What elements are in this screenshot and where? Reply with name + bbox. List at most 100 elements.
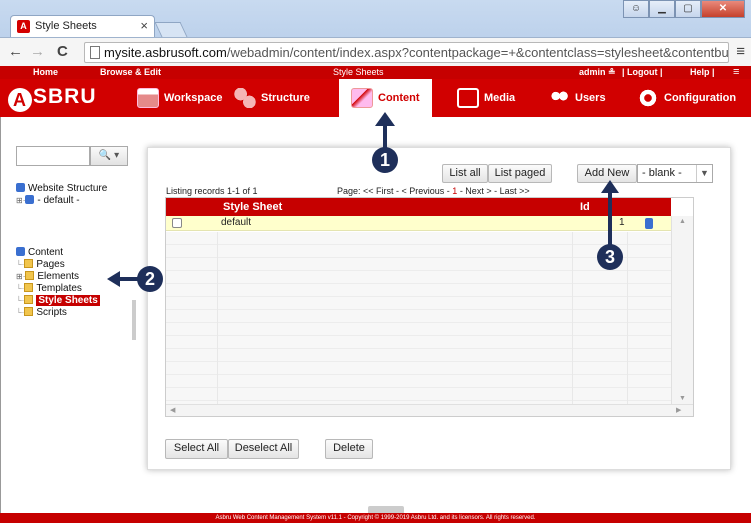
close-window-icon[interactable]: ✕: [701, 0, 745, 18]
delete-button[interactable]: Delete: [325, 439, 373, 459]
tree-style-sheets-label: Style Sheets: [36, 295, 100, 306]
pager[interactable]: Page: << First - < Previous - 1 - Next >…: [337, 186, 530, 196]
column-style-sheet[interactable]: Style Sheet: [223, 201, 282, 213]
table-row[interactable]: default 1: [166, 216, 671, 231]
media-icon: [457, 88, 479, 108]
user-window-icon[interactable]: ☺: [623, 0, 649, 18]
new-tab-button[interactable]: [154, 22, 188, 37]
callout-1: 1: [372, 147, 398, 173]
nav-workspace[interactable]: Workspace: [137, 79, 223, 117]
forward-arrow-icon[interactable]: →: [30, 43, 45, 60]
tree-elements[interactable]: ⊞· Elements: [16, 271, 79, 283]
globe-icon: [25, 195, 35, 204]
tree-scripts-label: Scripts: [36, 307, 67, 318]
browser-menu-icon[interactable]: ≡: [736, 43, 745, 60]
scroll-left-icon[interactable]: ◀: [170, 406, 175, 414]
scroll-up-icon[interactable]: ▲: [672, 218, 693, 225]
current-page-label: Style Sheets: [333, 67, 384, 77]
content-icon: [351, 88, 373, 108]
help-link[interactable]: Help |: [690, 67, 715, 77]
sidebar-resize-handle[interactable]: [132, 300, 136, 340]
tree-default-label: - default -: [37, 195, 80, 206]
home-link[interactable]: Home: [33, 67, 58, 77]
grid-header: Style Sheet Id: [166, 198, 671, 216]
nav-media[interactable]: Media: [457, 79, 515, 117]
select-all-button[interactable]: Select All: [165, 439, 228, 459]
minimize-window-icon[interactable]: ▁: [649, 0, 675, 18]
folder-icon: [24, 259, 34, 268]
maximize-window-icon[interactable]: ▢: [675, 0, 701, 18]
browser-tab[interactable]: A Style Sheets ×: [10, 15, 155, 37]
tree-style-sheets[interactable]: └· Style Sheets: [16, 295, 100, 307]
reload-icon[interactable]: C: [57, 43, 68, 60]
tab-title: Style Sheets: [35, 20, 97, 32]
expand-plus-icon[interactable]: ⊞·: [16, 196, 25, 205]
top-strip: Home Browse & Edit Style Sheets admin ≗ …: [0, 66, 751, 79]
footer: Asbru Web Content Management System v11.…: [0, 513, 751, 523]
hamburger-menu-icon[interactable]: ≡: [733, 66, 739, 78]
nav-configuration[interactable]: Configuration: [637, 79, 736, 117]
address-bar-row: ← → C mysite.asbrusoft.com/webadmin/cont…: [0, 37, 751, 66]
folder-icon: [25, 271, 35, 280]
asbru-logo[interactable]: A SBRU: [8, 85, 97, 112]
grid-vertical-scrollbar[interactable]: ▲ ▼: [671, 216, 693, 405]
grid-horizontal-scrollbar[interactable]: ◀ ▶: [166, 404, 693, 416]
asbru-favicon-icon: A: [17, 20, 30, 33]
tab-close-icon[interactable]: ×: [140, 18, 148, 33]
tree-default[interactable]: ⊞· - default -: [16, 195, 80, 207]
url-host: mysite.asbrusoft.com: [104, 45, 227, 60]
pager-suffix[interactable]: - Next > - Last >>: [457, 186, 530, 196]
tree-pages[interactable]: └· Pages: [16, 259, 65, 271]
tree-connector: └·: [16, 284, 25, 293]
folder-icon: [24, 307, 34, 316]
logo-text: SBRU: [33, 85, 97, 108]
scroll-right-icon[interactable]: ▶: [676, 406, 681, 414]
tree-website-structure-label: Website Structure: [28, 183, 108, 194]
cell-style-sheet: default: [221, 217, 252, 228]
list-paged-button[interactable]: List paged: [488, 164, 552, 183]
user-menu[interactable]: admin ≗: [579, 67, 616, 78]
globe-icon: [16, 247, 25, 256]
callout-2: 2: [137, 266, 163, 292]
nav-users-label: Users: [575, 92, 606, 104]
asbru-logo-mark: A: [8, 88, 32, 112]
nav-workspace-label: Workspace: [164, 92, 223, 104]
back-arrow-icon[interactable]: ←: [8, 43, 23, 60]
window-controls: ☺ ▁ ▢ ✕: [623, 0, 745, 20]
row-checkbox[interactable]: [172, 218, 182, 228]
tree-elements-label: Elements: [37, 271, 80, 282]
tree-connector: └·: [16, 296, 25, 305]
tree-templates-label: Templates: [36, 283, 82, 294]
column-id[interactable]: Id: [580, 201, 590, 213]
expand-plus-icon[interactable]: ⊞·: [16, 272, 25, 281]
chevron-down-icon: ▼: [696, 165, 712, 182]
deselect-all-button[interactable]: Deselect All: [228, 439, 299, 459]
logout-link[interactable]: | Logout |: [622, 67, 663, 77]
tree-content-label: Content: [28, 247, 64, 258]
callout-3: 3: [597, 244, 623, 270]
list-all-button[interactable]: List all: [442, 164, 488, 183]
scroll-down-icon[interactable]: ▼: [672, 395, 693, 402]
footer-toggle[interactable]: [368, 506, 404, 513]
browse-edit-link[interactable]: Browse & Edit: [100, 67, 161, 77]
tree-search-input[interactable]: [16, 146, 90, 166]
pager-prefix[interactable]: Page: << First - < Previous -: [337, 186, 452, 196]
search-button[interactable]: 🔍 ▾: [90, 146, 128, 166]
url-path: /webadmin/content/index.aspx?contentpack…: [226, 45, 729, 60]
globe-icon: [16, 183, 25, 192]
tree-connector: └·: [16, 260, 25, 269]
tree-content[interactable]: Content: [16, 247, 63, 259]
tree-templates[interactable]: └· Templates: [16, 283, 82, 295]
preview-icon[interactable]: [645, 218, 653, 229]
callout-1-arrowhead-icon: [375, 112, 395, 126]
url-input[interactable]: mysite.asbrusoft.com/webadmin/content/in…: [84, 42, 729, 63]
nav-structure[interactable]: Structure: [234, 79, 310, 117]
nav-media-label: Media: [484, 92, 516, 104]
tree-website-structure[interactable]: Website Structure: [16, 183, 107, 195]
nav-users[interactable]: Users: [548, 79, 606, 117]
template-select-value: - blank -: [642, 167, 682, 179]
template-select[interactable]: - blank - ▼: [637, 164, 713, 183]
tree-scripts[interactable]: └· Scripts: [16, 307, 67, 319]
nav-configuration-label: Configuration: [664, 92, 737, 104]
callout-2-arrow-shaft: [119, 277, 139, 281]
